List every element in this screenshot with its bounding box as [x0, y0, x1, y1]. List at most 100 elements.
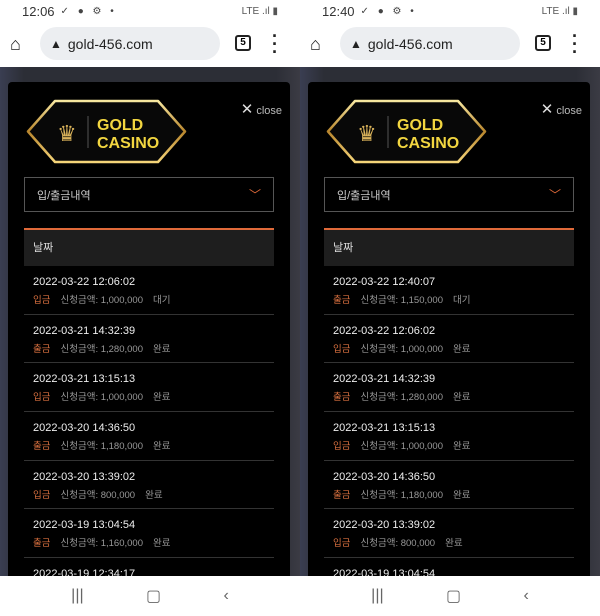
crown-icon: ♛	[57, 121, 77, 146]
transaction-row: 2022-03-22 12:06:02 입금 신청금액: 1,000,000 대기	[24, 266, 274, 315]
transaction-type: 출금	[333, 392, 351, 404]
android-nav-bar: ||| ▢ ‹	[300, 576, 600, 616]
home-icon[interactable]: ⌂	[10, 34, 30, 55]
transaction-row: 2022-03-20 13:39:02 입금 신청금액: 800,000 완료	[324, 509, 574, 559]
transaction-date: 2022-03-20 13:39:02	[333, 519, 436, 532]
transaction-date: 2022-03-22 12:06:02	[33, 276, 136, 288]
transaction-date: 2022-03-21 13:15:13	[33, 373, 136, 386]
signal-battery-icon: LTE .ıl ▮	[541, 5, 578, 17]
column-header-date: 날짜	[24, 228, 274, 266]
requested-amount: 신청금액: 1,280,000	[60, 343, 143, 355]
transaction-date: 2022-03-20 14:36:50	[333, 470, 436, 483]
warning-icon: ▲	[50, 36, 62, 51]
transaction-type: 입금	[33, 295, 51, 306]
transaction-status: 완료	[153, 538, 171, 550]
history-type-select[interactable]: 입/출금내역 ﹀	[324, 177, 574, 212]
recent-apps-icon[interactable]: |||	[371, 587, 383, 605]
transaction-date: 2022-03-19 13:04:54	[33, 519, 136, 532]
transaction-row: 2022-03-20 13:39:02 입금 신청금액: 800,000 완료	[24, 461, 274, 510]
requested-amount: 신청금액: 1,180,000	[60, 441, 143, 453]
home-nav-icon[interactable]: ▢	[446, 586, 461, 606]
history-modal: ♛ GOLD CASINO ✕ close 입/출금내역 ﹀ 날짜 2022-03…	[308, 82, 590, 607]
phone-screen: 12:40 ✓ ● ⚙ • LTE .ıl ▮ ⌂ ▲ gold-456.com…	[300, 0, 600, 616]
transaction-status: 완료	[153, 392, 171, 404]
clock: 12:06	[22, 3, 55, 19]
tab-count-button[interactable]: 5	[235, 35, 251, 51]
address-bar[interactable]: ▲ gold-456.com	[340, 27, 520, 60]
requested-amount: 신청금액: 1,000,000	[360, 441, 443, 453]
chevron-down-icon: ﹀	[248, 188, 261, 202]
more-menu-icon[interactable]: · · ·	[272, 27, 278, 61]
transaction-status: 완료	[453, 392, 471, 404]
chevron-down-icon: ﹀	[548, 188, 561, 202]
more-menu-icon[interactable]: · · ·	[572, 27, 578, 61]
home-icon[interactable]: ⌂	[310, 34, 330, 55]
transaction-row: 2022-03-21 13:15:13 입금 신청금액: 1,000,000 완료	[24, 363, 274, 413]
transaction-row: 2022-03-20 14:36:50 출금 신청금액: 1,180,000 완료	[24, 412, 274, 461]
close-label: close	[256, 105, 282, 117]
transaction-row: 2022-03-19 13:04:54 출금 신청금액: 1,160,000 완료	[24, 509, 274, 559]
requested-amount: 신청금액: 1,000,000	[60, 295, 143, 306]
transaction-status: 완료	[453, 343, 471, 355]
back-icon[interactable]: ‹	[523, 587, 528, 605]
phone-screen: 12:06 ✓ ● ⚙ • LTE .ıl ▮ ⌂ ▲ gold-456.com…	[0, 0, 300, 616]
transaction-status: 대기	[153, 295, 171, 306]
transaction-row: 2022-03-21 14:32:39 출금 신청금액: 1,280,000 완료	[24, 315, 274, 364]
requested-amount: 신청금액: 1,000,000	[60, 392, 143, 404]
notification-icons: ✓ ● ⚙ •	[360, 5, 417, 17]
transaction-status: 완료	[445, 538, 463, 550]
close-button[interactable]: ✕ close	[241, 100, 282, 118]
browser-toolbar: ⌂ ▲ gold-456.com 5 · · ·	[300, 22, 600, 67]
transaction-status: 완료	[453, 489, 471, 501]
transaction-status: 완료	[153, 441, 171, 453]
transaction-date: 2022-03-21 14:32:39	[33, 324, 136, 337]
svg-text:GOLD: GOLD	[97, 117, 143, 134]
svg-text:CASINO: CASINO	[97, 135, 159, 152]
transaction-type: 입금	[333, 441, 351, 453]
transaction-date: 2022-03-21 13:15:13	[333, 422, 436, 435]
transaction-date: 2022-03-21 14:32:39	[333, 373, 436, 386]
address-bar[interactable]: ▲ gold-456.com	[40, 27, 220, 60]
transaction-date: 2022-03-20 13:39:02	[33, 470, 136, 483]
back-icon[interactable]: ‹	[223, 587, 228, 605]
requested-amount: 신청금액: 1,000,000	[360, 343, 443, 355]
requested-amount: 신청금액: 1,280,000	[360, 392, 443, 404]
transaction-type: 입금	[333, 538, 351, 550]
transaction-type: 출금	[33, 441, 51, 453]
browser-toolbar: ⌂ ▲ gold-456.com 5 · · ·	[0, 22, 300, 67]
transaction-row: 2022-03-21 14:32:39 출금 신청금액: 1,280,000 완료	[324, 363, 574, 413]
gold-casino-logo: ♛ GOLD CASINO	[326, 99, 487, 164]
history-type-select[interactable]: 입/출금내역 ﹀	[24, 177, 274, 212]
transaction-type: 출금	[33, 343, 51, 355]
home-nav-icon[interactable]: ▢	[146, 586, 161, 606]
recent-apps-icon[interactable]: |||	[71, 587, 83, 605]
transaction-row: 2022-03-21 13:15:13 입금 신청금액: 1,000,000 완료	[324, 412, 574, 461]
transaction-list: 2022-03-22 12:06:02 입금 신청금액: 1,000,000 대기 2…	[24, 266, 274, 607]
svg-text:CASINO: CASINO	[397, 135, 459, 152]
transaction-status: 완료	[153, 343, 171, 355]
requested-amount: 신청금액: 1,160,000	[60, 538, 143, 550]
close-button[interactable]: ✕ close	[541, 100, 582, 118]
close-label: close	[556, 105, 582, 117]
signal-battery-icon: LTE .ıl ▮	[241, 5, 278, 17]
clock: 12:40	[322, 3, 355, 19]
transaction-row: 2022-03-20 14:36:50 출금 신청금액: 1,180,000 완료	[324, 461, 574, 510]
transaction-status: 완료	[145, 489, 163, 501]
tab-count-button[interactable]: 5	[535, 35, 551, 51]
android-nav-bar: ||| ▢ ‹	[0, 576, 300, 616]
transaction-type: 입금	[33, 489, 51, 501]
transaction-type: 입금	[33, 392, 51, 404]
notification-icons: ✓ ● ⚙ •	[60, 5, 117, 17]
requested-amount: 신청금액: 800,000	[60, 489, 136, 501]
close-icon: ✕	[540, 101, 554, 118]
transaction-type: 출금	[33, 538, 51, 550]
transaction-row: 2022-03-22 12:06:02 입금 신청금액: 1,000,000 완료	[324, 315, 574, 364]
url-text: gold-456.com	[67, 35, 153, 52]
history-modal: ♛ GOLD CASINO ✕ close 입/출금내역 ﹀ 날짜 2022-03…	[8, 82, 290, 607]
status-bar: 12:40 ✓ ● ⚙ • LTE .ıl ▮	[300, 0, 600, 22]
status-bar: 12:06 ✓ ● ⚙ • LTE .ıl ▮	[0, 0, 300, 22]
requested-amount: 신청금액: 800,000	[360, 538, 436, 550]
close-icon: ✕	[240, 101, 254, 118]
transaction-status: 대기	[453, 295, 471, 306]
transaction-date: 2022-03-20 14:36:50	[33, 422, 136, 435]
